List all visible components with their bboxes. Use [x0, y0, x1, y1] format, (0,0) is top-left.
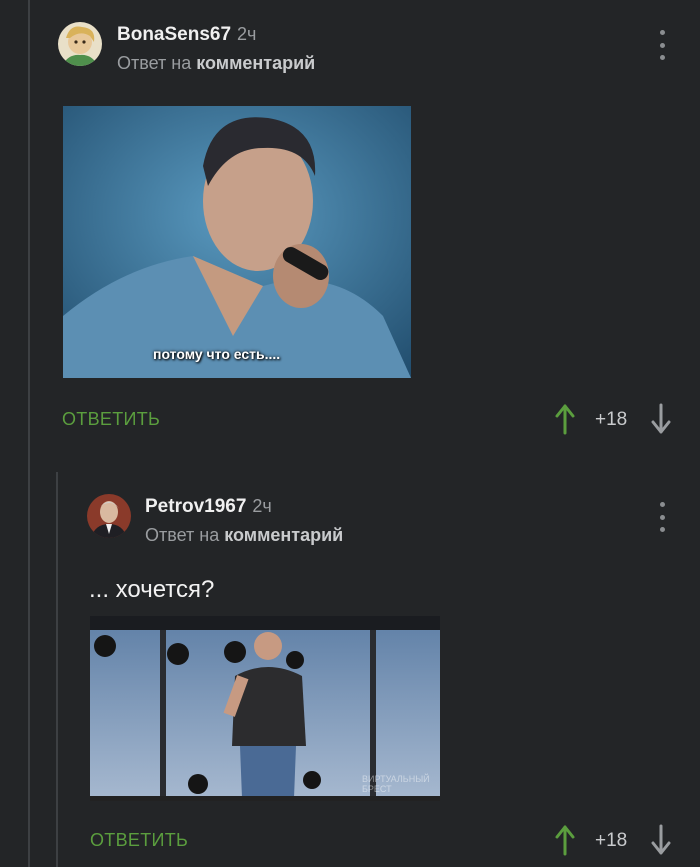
timestamp: 2ч [252, 496, 272, 516]
username-text[interactable]: BonaSens67 [117, 24, 231, 45]
comment-image[interactable]: потому что есть.... [63, 106, 411, 378]
singer-photo [63, 106, 411, 378]
score: +18 [595, 830, 628, 851]
comment-2: Petrov1967 2ч Ответ на комментарий ... хо… [0, 472, 700, 867]
avatar-image [58, 22, 102, 66]
username[interactable]: Petrov1967 2ч [145, 496, 272, 518]
more-icon[interactable] [655, 502, 669, 532]
reply-target-link[interactable]: комментарий [224, 525, 343, 545]
reply-button[interactable]: ОТВЕТИТЬ [90, 830, 188, 851]
downvote-arrow-icon[interactable] [650, 824, 672, 856]
upvote-arrow-icon[interactable] [554, 824, 576, 856]
score: +18 [595, 409, 628, 430]
reply-to-line: Ответ на комментарий [117, 53, 315, 74]
comment-text: ... хочется? [89, 576, 215, 603]
timestamp: 2ч [237, 24, 257, 44]
reply-prefix: Ответ на [145, 525, 220, 545]
downvote-arrow-icon[interactable] [650, 403, 672, 435]
reply-target-link[interactable]: комментарий [196, 53, 315, 73]
reply-prefix: Ответ на [117, 53, 192, 73]
comment-1: BonaSens67 2ч Ответ на комментарий потом… [0, 0, 700, 460]
username-text[interactable]: Petrov1967 [145, 496, 246, 517]
avatar-image [87, 494, 131, 538]
username[interactable]: BonaSens67 2ч [117, 24, 256, 46]
avatar[interactable] [58, 22, 102, 66]
upvote-arrow-icon[interactable] [554, 403, 576, 435]
image-caption: потому что есть.... [153, 346, 281, 362]
comment-image[interactable]: ВИРТУАЛЬНЫЙ БРЕСТ [90, 616, 440, 801]
reply-button[interactable]: ОТВЕТИТЬ [62, 409, 160, 430]
more-icon[interactable] [655, 30, 669, 60]
reply-to-line: Ответ на комментарий [145, 525, 343, 546]
avatar[interactable] [87, 494, 131, 538]
image-watermark: ВИРТУАЛЬНЫЙ БРЕСТ [362, 774, 430, 794]
